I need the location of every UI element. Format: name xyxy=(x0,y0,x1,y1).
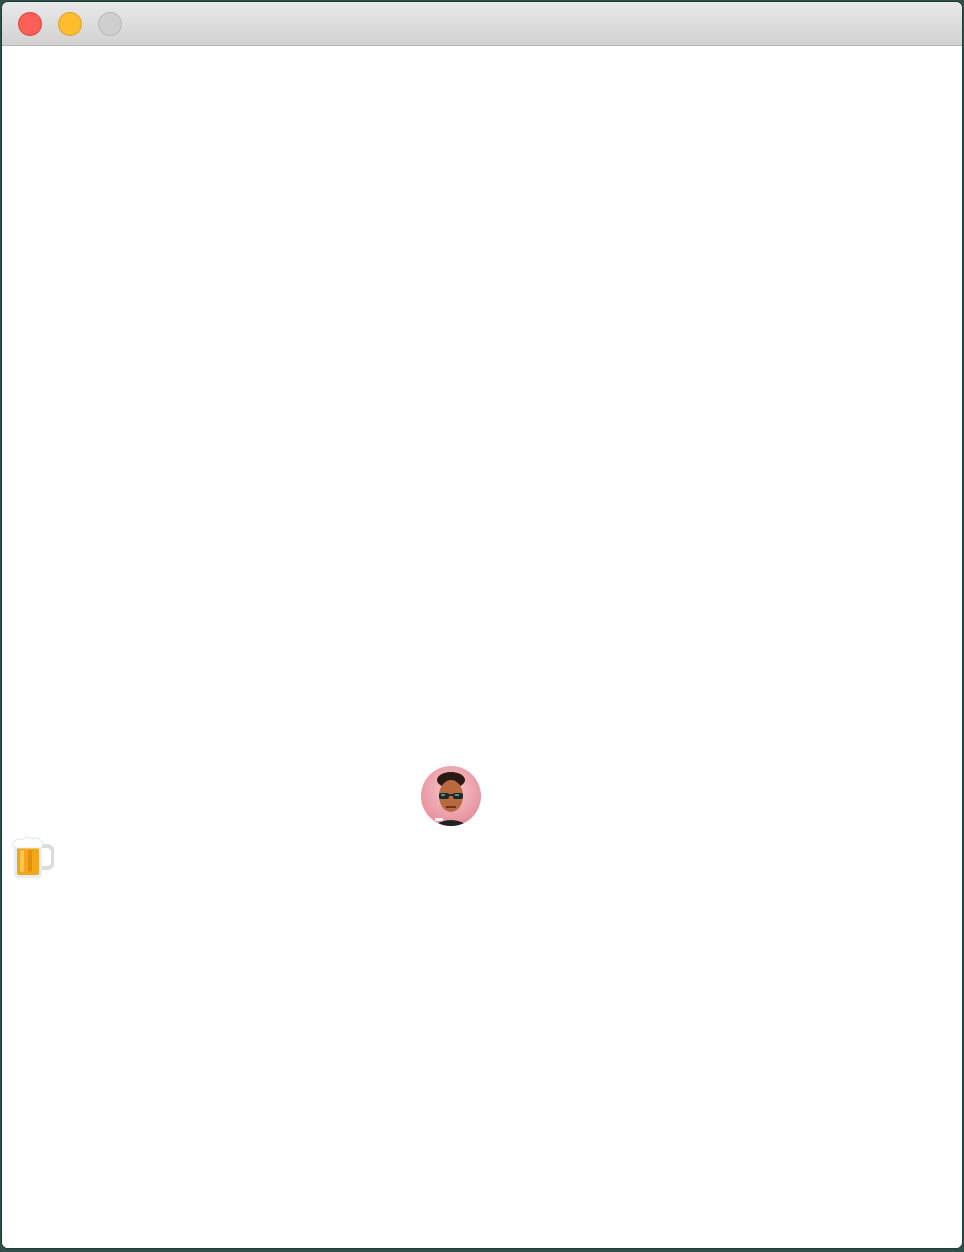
minimize-window-button[interactable] xyxy=(58,12,82,36)
avatar-icon[interactable] xyxy=(421,766,481,826)
title-bar[interactable] xyxy=(2,2,962,46)
app-window xyxy=(2,2,962,1248)
beer-mug-icon xyxy=(10,834,54,880)
canvas-area[interactable] xyxy=(2,46,962,1248)
close-window-button[interactable] xyxy=(18,12,42,36)
zoom-window-button[interactable] xyxy=(98,12,122,36)
